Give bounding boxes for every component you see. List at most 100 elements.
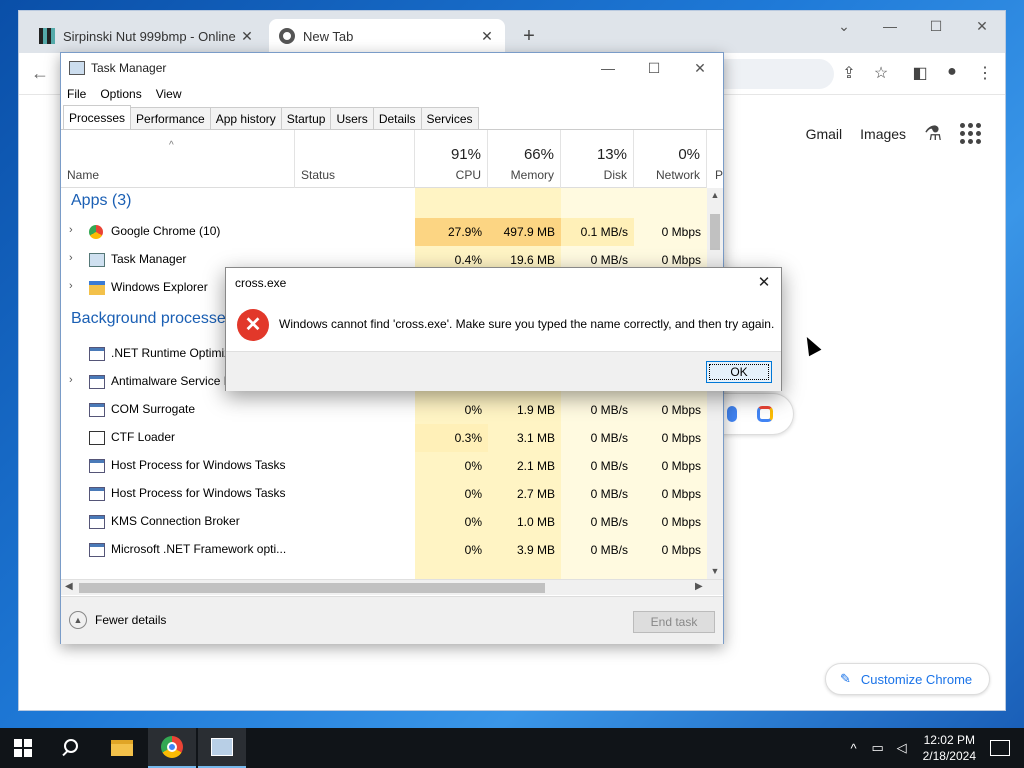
taskbar-file-explorer[interactable]: [98, 728, 146, 768]
menu-options[interactable]: Options: [100, 87, 141, 101]
tab-app-history[interactable]: App history: [209, 107, 282, 129]
expand-chevron-icon[interactable]: ›: [69, 280, 73, 292]
process-row-kms-broker[interactable]: KMS Connection Broker 0% 1.0 MB 0 MB/s 0…: [61, 508, 707, 536]
tab-startup[interactable]: Startup: [280, 107, 332, 129]
close-icon[interactable]: ✕: [753, 272, 775, 294]
process-row-host-tasks-1[interactable]: Host Process for Windows Tasks 0% 2.1 MB…: [61, 452, 707, 480]
close-icon[interactable]: ✕: [677, 53, 723, 83]
process-row-ctf-loader[interactable]: CTF Loader 0.3% 3.1 MB 0 MB/s 0 Mbps: [61, 424, 707, 452]
memory-cell: 2.1 MB: [516, 459, 555, 473]
expand-chevron-icon[interactable]: ›: [69, 374, 73, 386]
fewer-details-label: Fewer details: [95, 613, 167, 627]
fewer-details-button[interactable]: ▲ Fewer details: [69, 611, 166, 629]
column-disk-label: Disk: [603, 168, 627, 182]
chrome-tab-title: Sirpinski Nut 999bmp - Online Sl: [63, 28, 239, 44]
more-menu-icon[interactable]: ⋮: [974, 63, 996, 83]
back-arrow-icon[interactable]: ←: [31, 63, 49, 84]
notifications-icon[interactable]: [990, 740, 1010, 756]
search-icon[interactable]: [60, 737, 82, 759]
process-row-dotnet-framework[interactable]: Microsoft .NET Framework opti... 0% 3.9 …: [61, 536, 707, 564]
scroll-left-icon[interactable]: ◀: [65, 581, 73, 592]
column-network[interactable]: 0% Network: [634, 130, 707, 188]
taskbar-chrome[interactable]: [148, 728, 196, 768]
tab-search-chevron-icon[interactable]: ⌄: [821, 11, 867, 41]
ntp-search-box[interactable]: [719, 393, 794, 435]
end-task-button[interactable]: End task: [633, 611, 715, 633]
voice-search-icon[interactable]: [727, 406, 737, 422]
gmail-link[interactable]: Gmail: [806, 126, 843, 142]
minimize-icon[interactable]: —: [867, 11, 913, 41]
service-window-icon: [89, 515, 105, 529]
vertical-scroll-thumb[interactable]: [710, 214, 720, 250]
bookmark-star-icon[interactable]: ☆: [870, 63, 892, 83]
dialog-title: cross.exe: [235, 276, 287, 290]
column-memory[interactable]: 66% Memory: [488, 130, 561, 188]
tab-details[interactable]: Details: [372, 107, 422, 129]
close-tab-icon[interactable]: ✕: [479, 28, 495, 45]
column-power[interactable]: P: [707, 130, 723, 188]
horizontal-scrollbar[interactable]: ◀ ▶: [61, 579, 723, 595]
process-row-com-surrogate[interactable]: COM Surrogate 0% 1.9 MB 0 MB/s 0 Mbps: [61, 396, 707, 424]
close-icon[interactable]: ✕: [959, 11, 1005, 41]
share-icon[interactable]: ⇪: [838, 63, 860, 83]
google-apps-icon[interactable]: [960, 123, 981, 144]
omnibox[interactable]: [724, 59, 834, 89]
taskbar-task-manager[interactable]: [198, 728, 246, 768]
column-status-label: Status: [301, 168, 336, 182]
column-memory-label: Memory: [510, 168, 554, 182]
side-panel-icon[interactable]: ◧: [909, 63, 931, 83]
maximize-icon[interactable]: ☐: [913, 11, 959, 41]
column-power-label: P: [715, 168, 723, 182]
menu-view[interactable]: View: [156, 87, 182, 101]
memory-cell: 2.7 MB: [516, 487, 555, 501]
column-status[interactable]: Status: [295, 130, 415, 188]
cpu-cell: 0%: [464, 515, 482, 529]
tab-services[interactable]: Services: [420, 107, 479, 129]
chevron-up-icon[interactable]: ^: [843, 741, 865, 756]
close-tab-icon[interactable]: ✕: [239, 28, 255, 45]
labs-flask-icon[interactable]: ⚗: [924, 121, 942, 146]
scroll-right-icon[interactable]: ▶: [695, 581, 703, 592]
windows-start-icon[interactable]: [14, 739, 32, 757]
images-link[interactable]: Images: [860, 126, 906, 142]
cpu-cell: 0%: [464, 403, 482, 417]
horizontal-scroll-thumb[interactable]: [79, 583, 545, 593]
process-row-chrome[interactable]: › Google Chrome (10) 27.9% 497.9 MB 0.1 …: [61, 218, 707, 246]
memory-cell: 497.9 MB: [488, 218, 561, 246]
network-total: 0%: [678, 146, 700, 163]
chrome-tab-sirpinski[interactable]: Sirpinski Nut 999bmp - Online Sl ✕: [29, 19, 265, 53]
profile-avatar-icon[interactable]: ●: [941, 63, 963, 81]
column-cpu[interactable]: 91% CPU: [415, 130, 488, 188]
chrome-tab-newtab[interactable]: New Tab ✕: [269, 19, 505, 53]
scroll-down-icon[interactable]: ▼: [707, 566, 723, 576]
expand-chevron-icon[interactable]: ›: [69, 252, 73, 264]
bitmap-favicon-icon: [39, 28, 55, 44]
chrome-logo-icon: [89, 225, 103, 239]
new-tab-button[interactable]: +: [519, 25, 539, 48]
memory-cell: 3.9 MB: [516, 543, 555, 557]
column-name[interactable]: ^ Name: [61, 130, 295, 188]
group-apps[interactable]: Apps (3): [71, 192, 131, 210]
process-row-host-tasks-2[interactable]: Host Process for Windows Tasks 0% 2.7 MB…: [61, 480, 707, 508]
google-lens-icon[interactable]: [757, 406, 773, 422]
scroll-up-icon[interactable]: ▲: [707, 190, 723, 200]
tab-processes[interactable]: Processes: [63, 105, 132, 129]
menu-file[interactable]: File: [67, 87, 86, 101]
chrome-logo-icon: [161, 736, 183, 758]
clock[interactable]: 12:02 PM 2/18/2024: [923, 732, 976, 764]
customize-chrome-button[interactable]: ✎ Customize Chrome: [825, 663, 990, 695]
expand-chevron-icon[interactable]: ›: [69, 224, 73, 236]
tab-users[interactable]: Users: [330, 107, 374, 129]
network-cell: 0 Mbps: [661, 431, 701, 445]
group-background[interactable]: Background processes: [71, 310, 234, 328]
tab-performance[interactable]: Performance: [130, 107, 211, 129]
volume-muted-icon[interactable]: ◁: [891, 740, 913, 756]
notepad-pen-icon: [89, 431, 105, 445]
column-disk[interactable]: 13% Disk: [561, 130, 634, 188]
network-icon[interactable]: ▭: [867, 740, 889, 756]
maximize-icon[interactable]: ☐: [631, 53, 677, 83]
disk-cell: 0 MB/s: [590, 431, 628, 445]
cpu-total: 91%: [450, 146, 481, 163]
ok-button[interactable]: OK: [706, 361, 772, 383]
minimize-icon[interactable]: —: [585, 53, 631, 83]
